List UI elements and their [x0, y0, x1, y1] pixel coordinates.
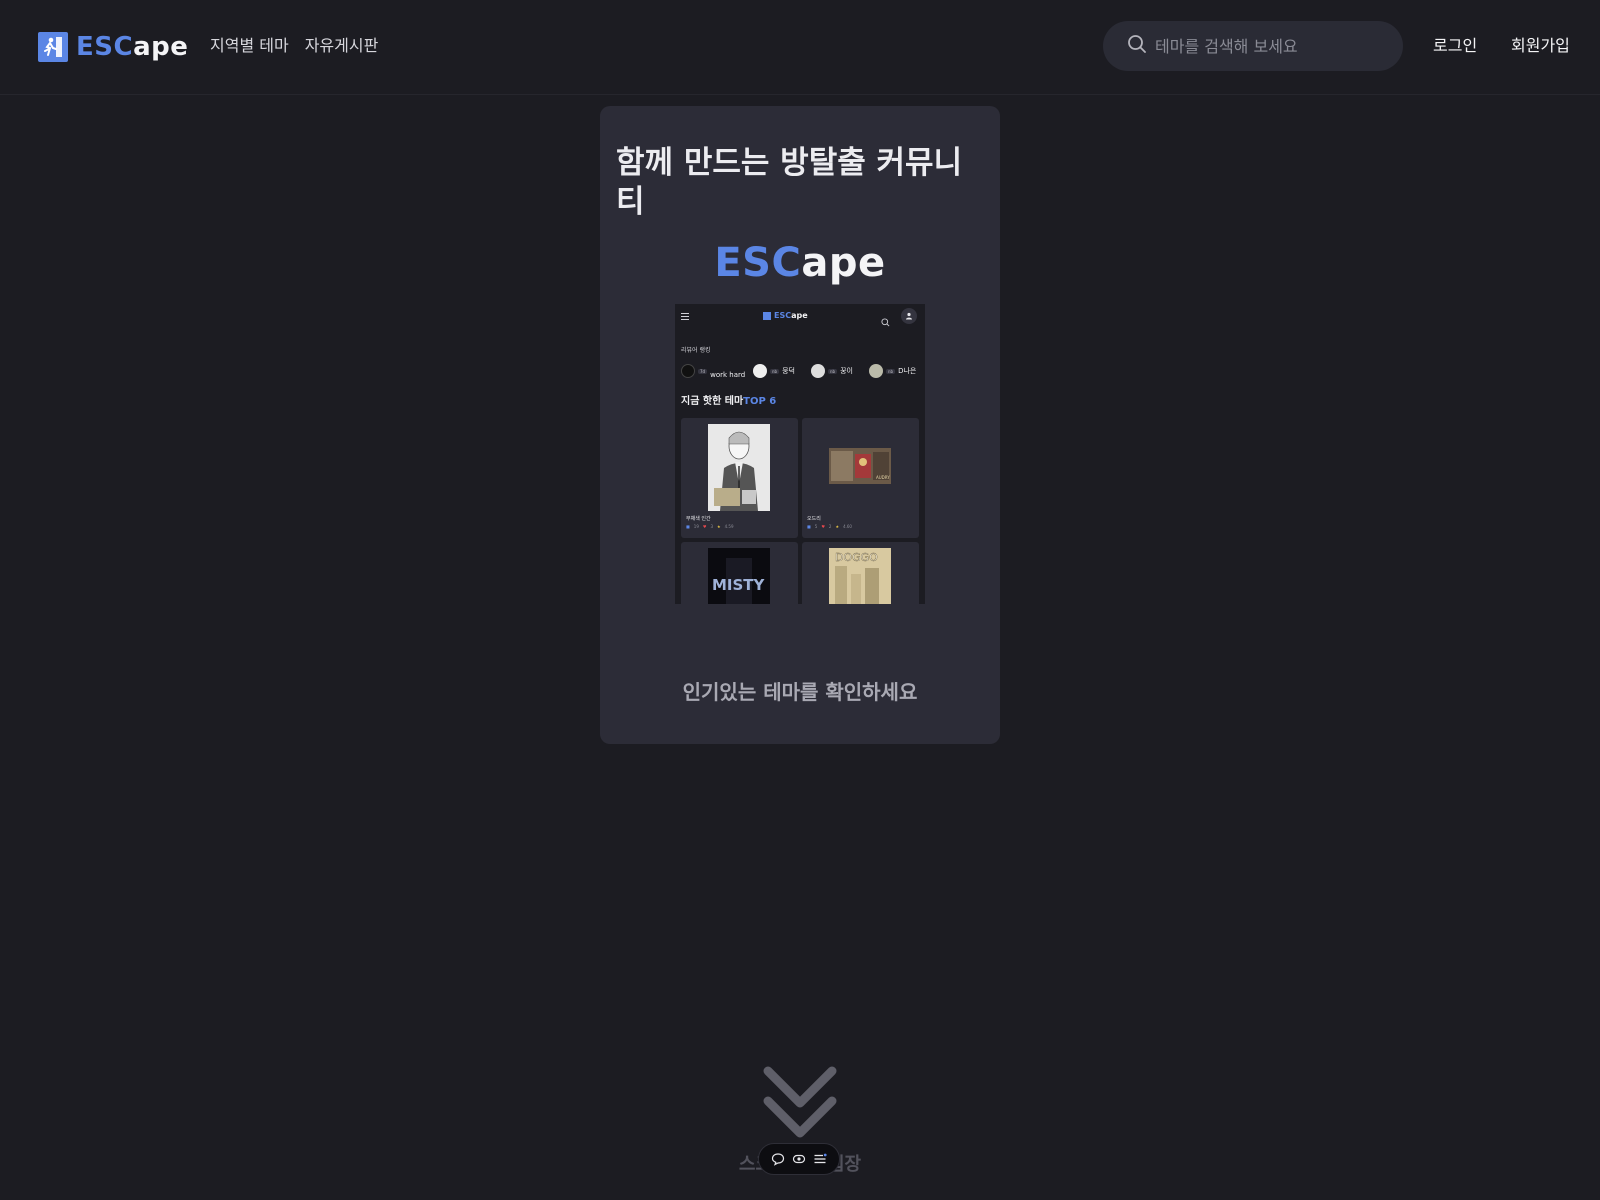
- login-button[interactable]: 로그인: [1433, 33, 1477, 59]
- intro-logo-esc: ESC: [714, 240, 802, 286]
- theme-thumbnail: DOGGO: [829, 548, 891, 604]
- chevron-down-icon[interactable]: [760, 1063, 840, 1145]
- preview-hot-title: 지금 핫한 테마TOP 6: [681, 392, 776, 407]
- signup-button[interactable]: 회원가입: [1511, 33, 1570, 59]
- chat-icon: ■: [807, 524, 811, 529]
- preview-logo-ape: ape: [791, 311, 808, 320]
- search-icon: [1127, 34, 1147, 58]
- heart-icon: ♥: [702, 524, 707, 529]
- avatar: [753, 364, 767, 378]
- heart-icon: ♥: [821, 524, 825, 529]
- ranker-name: 꿍이: [840, 367, 853, 375]
- avatar: [811, 364, 825, 378]
- site-logo[interactable]: ESCape: [38, 31, 188, 63]
- theme-thumbnail: [708, 424, 770, 511]
- theme-name: 무채색 인간: [686, 516, 711, 522]
- app-preview-image: ESCape 리뷰어 랭킹 7d work hard nb 뭉덕 nb 꿍이 n…: [675, 304, 925, 604]
- theme-thumbnail: AUDRY: [829, 448, 891, 484]
- thumb-text-misty: MISTY: [712, 576, 766, 594]
- ranker-item: 7d work hard: [681, 362, 745, 380]
- avatar: [869, 364, 883, 378]
- avatar: [681, 364, 695, 378]
- runner-logo-icon: [763, 312, 771, 320]
- main-nav: 지역별 테마 자유게시판: [210, 33, 378, 59]
- user-icon: [901, 308, 917, 324]
- theme-card: MISTY: [681, 542, 798, 604]
- ranker-item: nb 꿍이: [811, 362, 853, 380]
- preview-logo-text: ESCape: [774, 311, 808, 321]
- chat-icon[interactable]: [769, 1150, 787, 1168]
- preview-rankers: 7d work hard nb 뭉덕 nb 꿍이 nb D나은: [681, 362, 925, 380]
- theme-card: 무채색 인간 ■ 19 ♥ 3 ★ 4.59: [681, 418, 798, 538]
- ranker-name: work hard: [710, 370, 746, 379]
- preview-logo-esc: ESC: [774, 311, 792, 320]
- floating-toolbar: [758, 1143, 840, 1175]
- rating: 4.59: [724, 524, 734, 529]
- intro-caption: 인기있는 테마를 확인하세요: [682, 680, 918, 704]
- menu-icon: [681, 313, 689, 322]
- like-count: 2: [828, 524, 832, 529]
- theme-stats: ■ 19 ♥ 3 ★ 4.59: [686, 524, 734, 529]
- intro-logo-ape: ape: [801, 240, 886, 286]
- ranker-item: nb D나은: [869, 362, 916, 380]
- chat-icon: ■: [686, 524, 690, 529]
- preview-logo: ESCape: [763, 311, 808, 321]
- theme-stats: ■ 5 ♥ 2 ★ 4.60: [807, 524, 852, 529]
- ranker-name: D나은: [898, 367, 917, 375]
- logo-part-ape: ape: [133, 32, 189, 62]
- intro-title: 함께 만드는 방탈출 커뮤니티: [616, 145, 963, 220]
- hot-title-accent: TOP 6: [743, 396, 777, 407]
- search-input[interactable]: [1155, 36, 1395, 56]
- ranker-text: work hard: [710, 362, 745, 381]
- ranker-name: 뭉덕: [782, 367, 795, 375]
- theme-name: 오드리: [807, 516, 821, 522]
- intro-card: 함께 만드는 방탈출 커뮤니티 ESCape ESCape 리뷰어 랭킹 7d …: [600, 106, 1000, 744]
- menu-icon[interactable]: [811, 1150, 829, 1168]
- ranker-item: nb 뭉덕: [753, 362, 795, 380]
- ranker-badge: nb: [828, 368, 838, 374]
- review-count: 5: [814, 524, 818, 529]
- ranker-badge: nb: [770, 368, 780, 374]
- thumb-text-doggo: DOGGO: [835, 551, 878, 564]
- nav-regional-themes[interactable]: 지역별 테마: [210, 33, 289, 59]
- star-icon: ★: [717, 524, 721, 529]
- like-count: 3: [710, 524, 714, 529]
- theme-card: AUDRY 오드리 ■ 5 ♥ 2 ★ 4.60: [802, 418, 919, 538]
- nav-free-board[interactable]: 자유게시판: [305, 33, 379, 59]
- preview-topbar: ESCape: [675, 304, 925, 330]
- ranker-badge: 7d: [698, 368, 708, 374]
- eye-icon[interactable]: [790, 1150, 808, 1168]
- logo-wordmark: ESCape: [76, 31, 188, 63]
- search-icon: [881, 312, 890, 331]
- intro-logo: ESCape: [600, 238, 1000, 288]
- runner-logo-icon: [38, 32, 68, 62]
- star-icon: ★: [835, 524, 840, 529]
- theme-card: DOGGO: [802, 542, 919, 604]
- rating: 4.60: [843, 524, 852, 529]
- review-count: 19: [693, 524, 699, 529]
- search-bar[interactable]: [1103, 21, 1403, 71]
- svg-text:AUDRY: AUDRY: [876, 475, 890, 480]
- ranker-badge: nb: [886, 368, 896, 374]
- hot-title-text: 지금 핫한 테마: [681, 396, 744, 407]
- theme-thumbnail: MISTY: [708, 548, 770, 604]
- preview-ranking-title: 리뷰어 랭킹: [681, 347, 711, 354]
- site-header: ESCape 지역별 테마 자유게시판 로그인 회원가입: [0, 0, 1600, 95]
- logo-part-esc: ESC: [76, 32, 134, 62]
